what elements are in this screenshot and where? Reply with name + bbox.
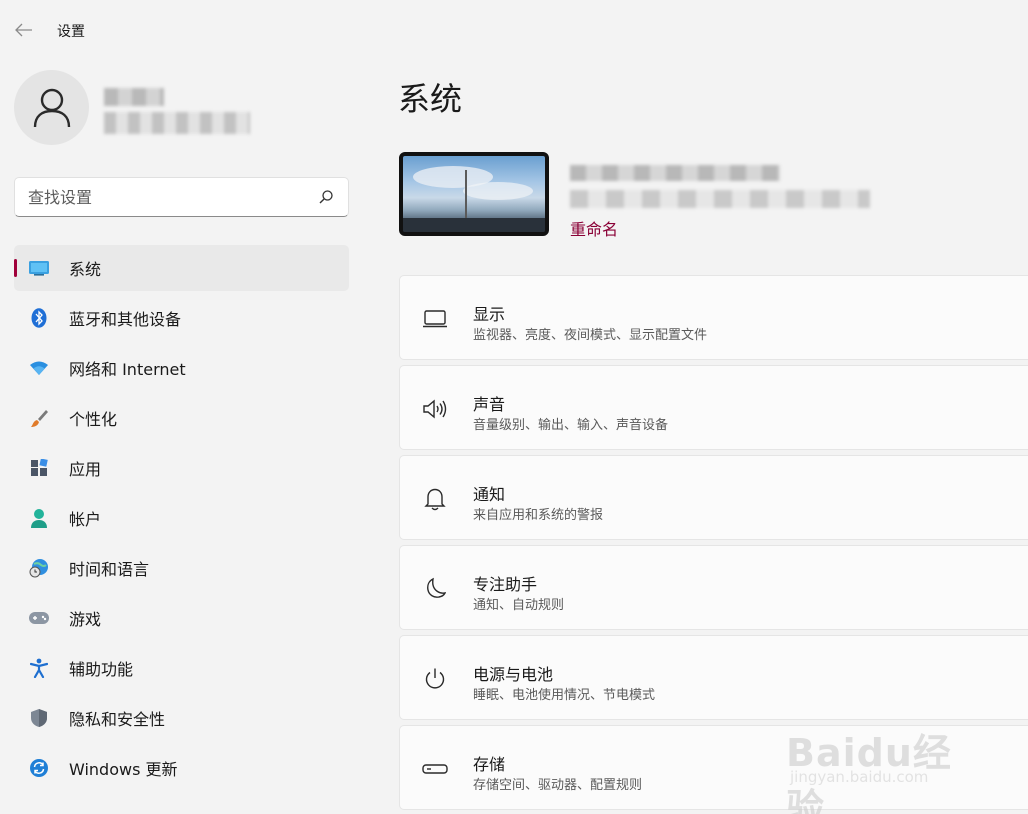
card-title: 存储 bbox=[473, 755, 506, 774]
card-title: 声音 bbox=[473, 395, 506, 414]
sidebar-item-label: 网络和 Internet bbox=[69, 360, 186, 379]
card-display[interactable]: 显示 监视器、亮度、夜间模式、显示配置文件 bbox=[399, 275, 1028, 360]
card-title: 专注助手 bbox=[473, 575, 538, 594]
shield-icon bbox=[28, 707, 50, 729]
sidebar-item-label: 系统 bbox=[69, 260, 102, 279]
account-email bbox=[104, 112, 250, 134]
person-icon bbox=[33, 88, 70, 127]
person-icon bbox=[28, 507, 50, 529]
search-input[interactable] bbox=[28, 187, 308, 207]
accessibility-icon bbox=[28, 657, 50, 679]
thumbnail-ground bbox=[403, 218, 545, 232]
sidebar-item-label: 应用 bbox=[69, 460, 102, 479]
sidebar-item-label: 辅助功能 bbox=[69, 660, 134, 679]
card-sound[interactable]: 声音 音量级别、输出、输入、声音设备 bbox=[399, 365, 1028, 450]
sidebar-item-accounts[interactable]: 帐户 bbox=[14, 495, 349, 541]
monitor-icon bbox=[422, 306, 448, 332]
sidebar-item-time-language[interactable]: 时间和语言 bbox=[14, 545, 349, 591]
device-thumbnail bbox=[399, 152, 549, 236]
globe-clock-icon bbox=[28, 557, 50, 579]
sidebar-item-label: 蓝牙和其他设备 bbox=[69, 310, 182, 329]
sidebar-item-label: 个性化 bbox=[69, 410, 118, 429]
system-icon bbox=[28, 257, 50, 279]
card-description: 通知、自动规则 bbox=[473, 598, 565, 613]
account-name bbox=[104, 88, 164, 106]
page-title: 系统 bbox=[398, 80, 463, 118]
wifi-icon bbox=[28, 357, 50, 379]
card-title: 电源与电池 bbox=[473, 665, 554, 684]
device-name bbox=[570, 165, 780, 181]
app-title: 设置 bbox=[57, 24, 85, 40]
rename-link[interactable]: 重命名 bbox=[570, 216, 618, 240]
update-icon bbox=[28, 757, 50, 779]
avatar[interactable] bbox=[14, 70, 89, 145]
gamepad-icon bbox=[28, 607, 50, 629]
sidebar-item-label: 游戏 bbox=[69, 610, 102, 629]
search-icon[interactable] bbox=[318, 189, 334, 205]
card-title: 通知 bbox=[473, 485, 506, 504]
card-description: 来自应用和系统的警报 bbox=[473, 508, 604, 523]
watermark-url: jingyan.baidu.com bbox=[790, 768, 929, 786]
apps-icon bbox=[28, 457, 50, 479]
sidebar-item-label: 隐私和安全性 bbox=[69, 710, 166, 729]
bell-icon bbox=[422, 486, 448, 512]
speaker-icon bbox=[422, 396, 448, 422]
sidebar-item-label: 时间和语言 bbox=[69, 560, 150, 579]
sidebar-item-accessibility[interactable]: 辅助功能 bbox=[14, 645, 349, 691]
sidebar-item-apps[interactable]: 应用 bbox=[14, 445, 349, 491]
search-box[interactable] bbox=[14, 177, 349, 217]
card-description: 睡眠、电池使用情况、节电模式 bbox=[473, 688, 656, 703]
arrow-left-icon bbox=[15, 23, 32, 37]
card-description: 监视器、亮度、夜间模式、显示配置文件 bbox=[473, 328, 708, 343]
sidebar-item-gaming[interactable]: 游戏 bbox=[14, 595, 349, 641]
sidebar-item-system[interactable]: 系统 bbox=[14, 245, 349, 291]
sidebar-nav: 系统 蓝牙和其他设备 网络和 Internet 个性化 应用 帐户 时间和语言 … bbox=[14, 245, 349, 795]
sidebar-item-windows-update[interactable]: Windows 更新 bbox=[14, 745, 349, 791]
brush-icon bbox=[28, 407, 50, 429]
storage-icon bbox=[422, 756, 448, 782]
card-description: 音量级别、输出、输入、声音设备 bbox=[473, 418, 669, 433]
sidebar-item-label: Windows 更新 bbox=[69, 760, 178, 779]
sidebar-item-network[interactable]: 网络和 Internet bbox=[14, 345, 349, 391]
back-button[interactable] bbox=[12, 18, 36, 42]
bluetooth-icon bbox=[28, 307, 50, 329]
sidebar-item-label: 帐户 bbox=[69, 510, 102, 529]
moon-icon bbox=[422, 576, 448, 602]
card-description: 存储空间、驱动器、配置规则 bbox=[473, 778, 643, 793]
card-notifications[interactable]: 通知 来自应用和系统的警报 bbox=[399, 455, 1028, 540]
thumbnail-cloud bbox=[463, 182, 533, 200]
title-bar: 设置 bbox=[0, 0, 1028, 60]
device-model bbox=[570, 190, 870, 208]
card-title: 显示 bbox=[473, 305, 506, 324]
power-icon bbox=[422, 666, 448, 692]
sidebar-item-personalization[interactable]: 个性化 bbox=[14, 395, 349, 441]
sidebar-item-privacy[interactable]: 隐私和安全性 bbox=[14, 695, 349, 741]
watermark: Baidu经验 jingyan.baidu.com bbox=[786, 708, 986, 814]
sidebar-item-bluetooth[interactable]: 蓝牙和其他设备 bbox=[14, 295, 349, 341]
card-focus-assist[interactable]: 专注助手 通知、自动规则 bbox=[399, 545, 1028, 630]
